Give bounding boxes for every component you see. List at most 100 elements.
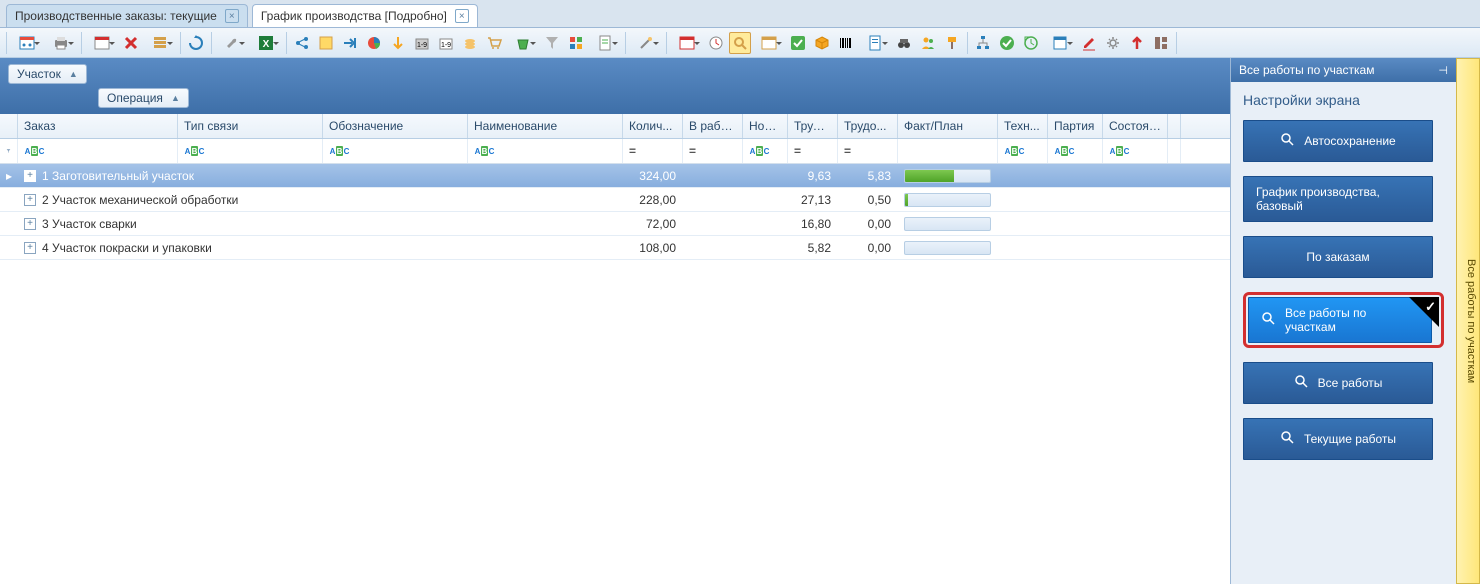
filter-labor1[interactable]: = xyxy=(788,139,838,163)
filter-fact[interactable] xyxy=(898,139,998,163)
list-icon[interactable] xyxy=(144,32,176,54)
print-icon[interactable] xyxy=(45,32,77,54)
binoculars-icon[interactable] xyxy=(893,32,915,54)
col-order[interactable]: Заказ xyxy=(18,114,178,138)
settings-title: Настройки экрана xyxy=(1243,92,1444,108)
up-red-icon[interactable] xyxy=(1126,32,1148,54)
coins-icon[interactable] xyxy=(459,32,481,54)
expand-icon[interactable]: + xyxy=(24,218,36,230)
check-circle-icon[interactable] xyxy=(996,32,1018,54)
share-icon[interactable] xyxy=(291,32,313,54)
cart-icon[interactable] xyxy=(483,32,505,54)
col-quantity[interactable]: Колич... xyxy=(623,114,683,138)
down-arrow-icon[interactable] xyxy=(387,32,409,54)
button-label: График производства, базовый xyxy=(1256,185,1420,213)
filter-nom[interactable]: ABC xyxy=(743,139,788,163)
group-chip-operation[interactable]: Операция ▲ xyxy=(98,88,189,108)
col-labor1[interactable]: Трудо... xyxy=(788,114,838,138)
pie-chart-icon[interactable] xyxy=(363,32,385,54)
delete-icon[interactable] xyxy=(120,32,142,54)
col-name[interactable]: Наименование xyxy=(468,114,623,138)
search-icon[interactable] xyxy=(729,32,751,54)
goto-icon[interactable] xyxy=(339,32,361,54)
base-schedule-button[interactable]: График производства, базовый xyxy=(1243,176,1433,222)
col-state[interactable]: Состояни... xyxy=(1103,114,1168,138)
autosave-button[interactable]: Автосохранение xyxy=(1243,120,1433,162)
wand-icon[interactable] xyxy=(630,32,662,54)
filter-order[interactable]: ABC xyxy=(18,139,178,163)
cal2-icon[interactable] xyxy=(671,32,703,54)
filter-qty[interactable]: = xyxy=(623,139,683,163)
note-icon[interactable] xyxy=(315,32,337,54)
all-works-button[interactable]: Все работы xyxy=(1243,362,1433,404)
chip-label: Участок xyxy=(17,67,61,81)
col-batch[interactable]: Партия xyxy=(1048,114,1103,138)
expand-icon[interactable]: + xyxy=(24,242,36,254)
cell-labor1: 5,82 xyxy=(788,236,838,259)
row-label: Заготовительный участок xyxy=(52,169,194,183)
col-fact-plan[interactable]: Факт/План xyxy=(898,114,998,138)
button-label: Все работы по участкам xyxy=(1285,306,1419,334)
col-type[interactable]: Тип связи xyxy=(178,114,323,138)
by-orders-button[interactable]: По заказам xyxy=(1243,236,1433,278)
barcode-icon[interactable] xyxy=(835,32,857,54)
history-icon[interactable] xyxy=(1020,32,1042,54)
table-row[interactable]: ▸ + 1 Заготовительный участок 324,00 9,6… xyxy=(0,164,1230,188)
filter-designation[interactable]: ABC xyxy=(323,139,468,163)
layout-icon[interactable] xyxy=(1150,32,1172,54)
filter-inwork[interactable]: = xyxy=(683,139,743,163)
filter-batch[interactable]: ABC xyxy=(1048,139,1103,163)
report-icon[interactable] xyxy=(859,32,891,54)
funnel-icon[interactable] xyxy=(541,32,563,54)
expand-icon[interactable]: + xyxy=(24,194,36,206)
cal3-icon[interactable] xyxy=(753,32,785,54)
bucket-icon[interactable] xyxy=(507,32,539,54)
table-row[interactable]: + 3 Участок сварки 72,00 16,80 0,00 xyxy=(0,212,1230,236)
calendar-red-icon[interactable] xyxy=(86,32,118,54)
tab-orders[interactable]: Производственные заказы: текущие × xyxy=(6,4,248,27)
col-labor2[interactable]: Трудо... xyxy=(838,114,898,138)
table-row[interactable]: + 4 Участок покраски и упаковки 108,00 5… xyxy=(0,236,1230,260)
all-by-area-button[interactable]: Все работы по участкам xyxy=(1248,297,1432,343)
filter-name[interactable]: ABC xyxy=(468,139,623,163)
wrench-icon[interactable] xyxy=(216,32,248,54)
col-nom[interactable]: Ном... xyxy=(743,114,788,138)
refresh-icon[interactable] xyxy=(185,32,207,54)
tab-schedule[interactable]: График производства [Подробно] × xyxy=(252,4,478,27)
side-tab-vertical[interactable]: Все работы по участкам xyxy=(1456,58,1480,584)
hammer-icon[interactable] xyxy=(941,32,963,54)
clock-icon[interactable] xyxy=(705,32,727,54)
window-icon[interactable] xyxy=(1044,32,1076,54)
expand-icon[interactable]: + xyxy=(24,170,36,182)
box1-icon[interactable]: 1-9 xyxy=(411,32,433,54)
table-row[interactable]: + 2 Участок механической обработки 228,0… xyxy=(0,188,1230,212)
filter-state[interactable]: ABC xyxy=(1103,139,1168,163)
sort-asc-icon: ▲ xyxy=(69,69,78,79)
box2-icon[interactable]: 1-9 xyxy=(435,32,457,54)
users-icon[interactable] xyxy=(917,32,939,54)
pin-icon[interactable]: ⊣ xyxy=(1438,64,1448,77)
cell-qty: 108,00 xyxy=(623,236,683,259)
col-inwork[interactable]: В работе xyxy=(683,114,743,138)
row-selector-header xyxy=(0,114,18,138)
filter-type[interactable]: ABC xyxy=(178,139,323,163)
blocks-icon[interactable] xyxy=(565,32,587,54)
group-chip-area[interactable]: Участок ▲ xyxy=(8,64,87,84)
check-green-icon[interactable] xyxy=(787,32,809,54)
tree-icon[interactable] xyxy=(972,32,994,54)
gear-icon[interactable] xyxy=(1102,32,1124,54)
excel-icon[interactable]: X xyxy=(250,32,282,54)
button-label: Все работы xyxy=(1318,376,1383,390)
filter-tech[interactable]: ABC xyxy=(998,139,1048,163)
doc-icon[interactable] xyxy=(589,32,621,54)
col-designation[interactable]: Обозначение xyxy=(323,114,468,138)
pencil-red-icon[interactable] xyxy=(1078,32,1100,54)
close-icon[interactable]: × xyxy=(455,9,469,23)
filter-funnel-icon[interactable] xyxy=(0,139,18,163)
calendar-icon[interactable] xyxy=(11,32,43,54)
close-icon[interactable]: × xyxy=(225,9,239,23)
filter-labor2[interactable]: = xyxy=(838,139,898,163)
col-tech[interactable]: Техн... xyxy=(998,114,1048,138)
cube-icon[interactable] xyxy=(811,32,833,54)
current-works-button[interactable]: Текущие работы xyxy=(1243,418,1433,460)
